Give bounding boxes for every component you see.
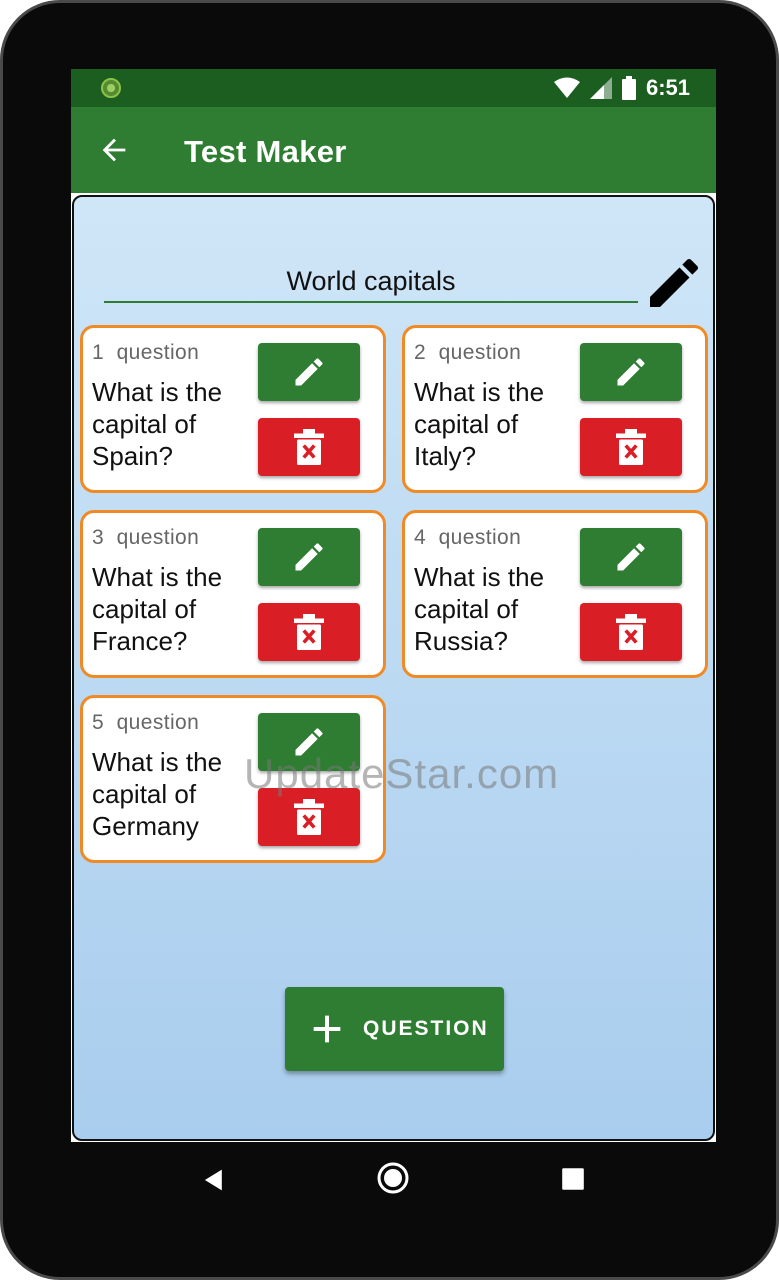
delete-question-button[interactable] (258, 788, 360, 846)
question-number: 1 question (92, 341, 200, 364)
test-name: World capitals (286, 266, 456, 296)
screen: 6:51 Test Maker World capitals 1 questio… (71, 69, 716, 1142)
nav-recents-icon[interactable] (561, 1167, 585, 1191)
question-text: What is the capital of France? (92, 562, 223, 656)
navigation-bar (71, 1143, 716, 1218)
delete-question-button[interactable] (258, 603, 360, 661)
status-time: 6:51 (645, 75, 690, 100)
question-number: 4 question (414, 526, 522, 549)
delete-question-button[interactable] (580, 603, 682, 661)
add-question-button[interactable]: QUESTION (285, 987, 504, 1071)
app-bar: Test Maker (71, 107, 716, 193)
question-card: 4 question What is the capital of Russia… (402, 510, 708, 678)
pencil-icon (617, 358, 645, 386)
pencil-icon (295, 358, 323, 386)
pencil-icon (295, 728, 323, 756)
device-frame: 6:51 Test Maker World capitals 1 questio… (0, 0, 779, 1280)
question-card: 5 question What is the capital of German… (80, 695, 386, 863)
status-bar: 6:51 (71, 69, 716, 107)
trash-icon (294, 429, 324, 465)
trash-icon (294, 614, 324, 650)
test-name-field[interactable]: World capitals (104, 253, 638, 303)
plus-icon (313, 1015, 341, 1043)
question-card: 3 question What is the capital of France… (80, 510, 386, 678)
question-number: 2 question (414, 341, 522, 364)
back-arrow-icon[interactable] (97, 133, 131, 167)
question-text: What is the capital of Germany (92, 747, 223, 841)
edit-title-pencil-icon[interactable] (642, 251, 706, 315)
question-card: 1 question What is the capital of Spain? (80, 325, 386, 493)
question-text: What is the capital of Spain? (92, 377, 223, 471)
question-list-panel: World capitals 1 question What is the ca… (72, 195, 715, 1141)
delete-question-button[interactable] (580, 418, 682, 476)
edit-question-button[interactable] (580, 343, 682, 401)
status-indicators: 6:51 (553, 75, 690, 101)
nav-home-icon[interactable] (376, 1161, 410, 1195)
question-text: What is the capital of Italy? (414, 377, 545, 471)
add-question-label: QUESTION (363, 1017, 489, 1040)
edit-question-button[interactable] (580, 528, 682, 586)
app-title: Test Maker (184, 134, 347, 169)
pencil-icon (295, 543, 323, 571)
nav-back-icon[interactable] (201, 1167, 227, 1193)
trash-icon (616, 614, 646, 650)
pencil-icon (617, 543, 645, 571)
question-text: What is the capital of Russia? (414, 562, 545, 656)
question-card: 2 question What is the capital of Italy? (402, 325, 708, 493)
battery-icon (621, 76, 636, 100)
notification-icon (101, 78, 121, 98)
cellular-signal-icon (589, 77, 612, 99)
question-number: 5 question (92, 711, 200, 734)
delete-question-button[interactable] (258, 418, 360, 476)
edit-question-button[interactable] (258, 713, 360, 771)
edit-question-button[interactable] (258, 343, 360, 401)
wifi-icon (553, 77, 580, 98)
trash-icon (616, 429, 646, 465)
edit-question-button[interactable] (258, 528, 360, 586)
question-number: 3 question (92, 526, 200, 549)
trash-icon (294, 799, 324, 835)
